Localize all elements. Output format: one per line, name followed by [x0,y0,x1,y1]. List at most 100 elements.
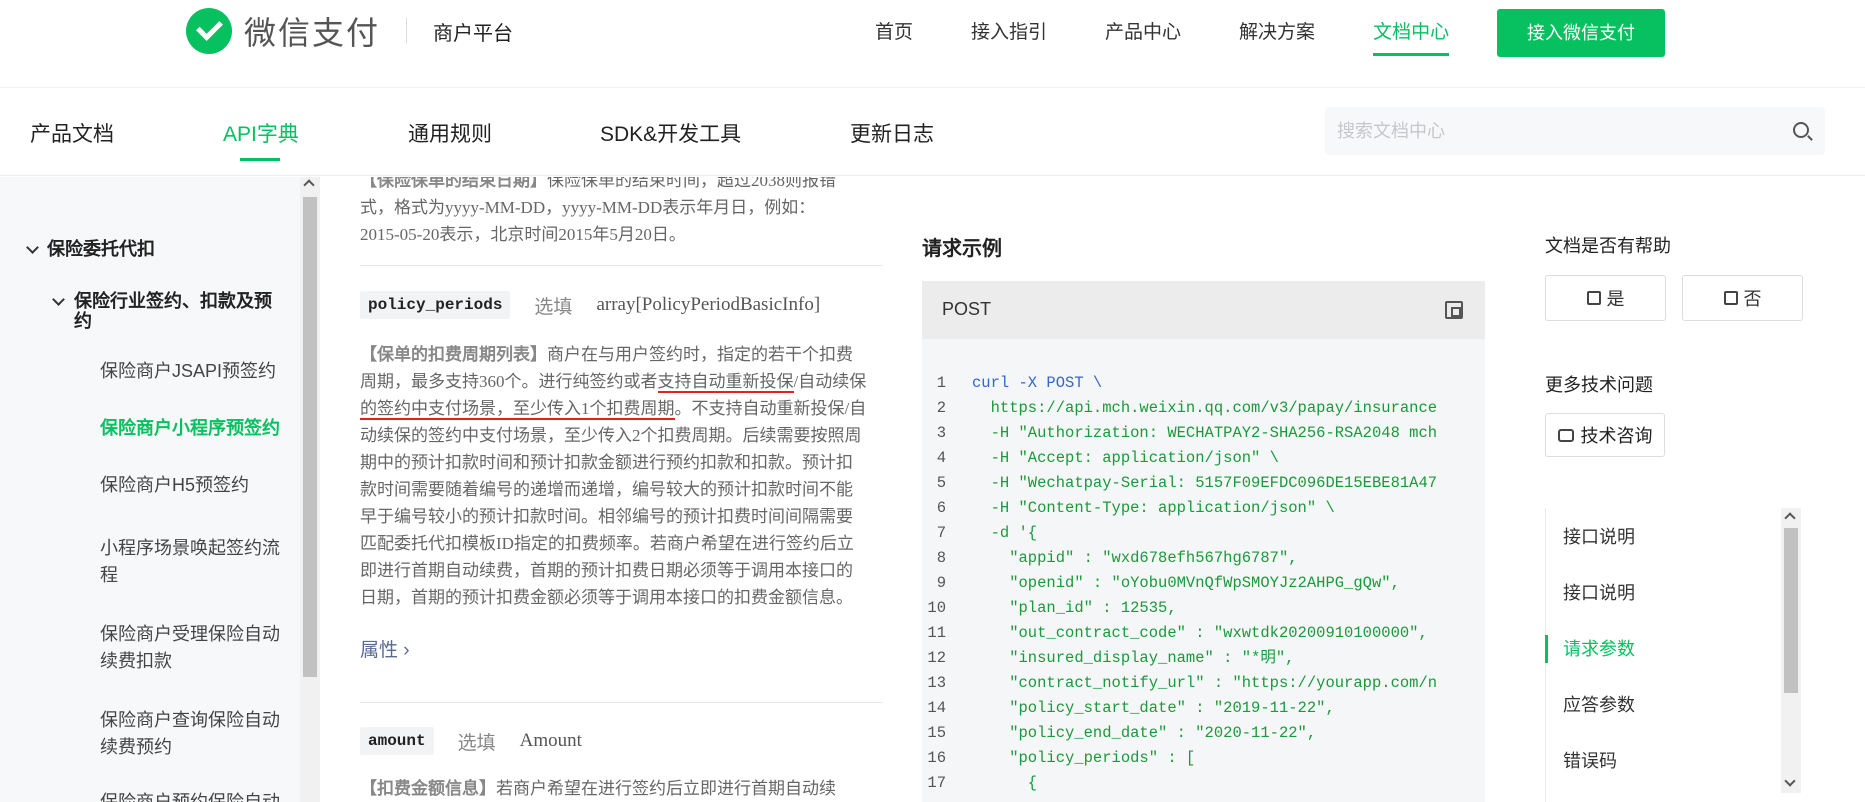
sidebar-item-auto-renew-charge[interactable]: 保险商户受理保险自动续费扣款 [100,621,280,675]
line-number: 9 [936,574,946,592]
desc-text: 日期，首期的预计扣费金额必须等于调用本接口的扣费金额信息。 [360,588,853,607]
more-questions-title: 更多技术问题 [1545,375,1653,395]
code-line: 15 "policy_end_date" : "2020-11-22", [922,721,1437,746]
code-text: -H "Content-Type: application/json" \ [972,499,1335,517]
thumbs-down-icon [1723,291,1738,305]
code-text: "policy_start_date" : "2019-11-22", [972,699,1335,717]
line-number: 8 [936,549,946,567]
code-text: "out_contract_code" : "wxwtdk20200910100… [972,624,1428,642]
tab-sdk-tools[interactable]: SDK&开发工具 [600,118,741,148]
desc-text: 匹配委托代扣模板ID指定的扣费频率。若商户希望在进行签约后立 [360,534,854,553]
code-text: -H "Wechatpay-Serial: 5157F09EFDC096DE15… [972,474,1438,492]
chat-icon [1557,428,1574,442]
code-lines[interactable]: 1 curl -X POST \ 2 https://api.mch.weixin.… [922,371,1437,796]
left-sidebar: 保险委托代扣 保险行业签约、扣款及预约 保险商户JSAPI预签约 保险商户小程序… [0,177,300,802]
helpful-no-label: 否 [1743,289,1762,309]
thumbs-up-icon [1586,291,1601,305]
line-number: 17 [927,774,946,792]
desc-text: 商户在与用户签约时，指定的若干个扣费 [547,345,853,364]
chevron-down-icon [26,241,39,254]
tab-product-docs[interactable]: 产品文档 [30,118,114,148]
sidebar-item-query-reservation[interactable]: 保险商户查询保险自动续费预约 [100,707,280,761]
code-line: 13 "contract_notify_url" : "https://your… [922,671,1437,696]
tech-consult-button[interactable]: 技术咨询 [1545,413,1665,457]
scroll-down-icon[interactable] [1784,775,1796,787]
code-line: 3 -H "Authorization: WECHATPAY2-SHA256-R… [922,421,1437,446]
code-line: 16 "policy_periods" : [ [922,746,1437,771]
nav-guide[interactable]: 接入指引 [971,18,1047,56]
feedback-title: 文档是否有帮助 [1545,236,1671,256]
desc-text: 保险保单的结束时间，超过2038则报错 [547,177,836,190]
platform-name: 商户平台 [433,22,514,45]
code-line: 11 "out_contract_code" : "wxwtdk20200910… [922,621,1437,646]
sidebar-section-insurance[interactable]: 保险委托代扣 [26,235,155,261]
code-line: 2 https://api.mch.weixin.qq.com/v3/papay… [922,396,1437,421]
divider [360,265,882,266]
join-wechat-pay-button[interactable]: 接入微信支付 [1497,9,1665,57]
nav-docs[interactable]: 文档中心 [1373,18,1450,56]
wechat-pay-logo[interactable]: 微信支付 商户平台 [186,8,513,54]
param-required: 选填 [534,296,573,318]
helpful-yes-button[interactable]: 是 [1545,275,1666,321]
line-number: 13 [927,674,946,692]
tab-general-rules[interactable]: 通用规则 [408,118,492,148]
line-number: 14 [927,699,946,717]
sidebar-item-miniprogram-flow[interactable]: 小程序场景唤起签约流程 [100,535,280,589]
code-line: 12 "insured_display_name" : "*明", [922,646,1437,671]
code-text: "openid" : "oYobu0MVnQfWpSMOYJz2AHPG_gQw… [972,574,1400,592]
line-number: 11 [927,624,946,642]
sidebar-subsection-signing[interactable]: 保险行业签约、扣款及预约 [52,291,272,331]
copy-icon[interactable] [1445,301,1463,319]
sidebar-item-miniprogram[interactable]: 保险商户小程序预签约 [100,415,280,442]
tab-changelog[interactable]: 更新日志 [850,118,934,148]
scroll-up-icon[interactable] [303,179,315,191]
scrollbar-thumb[interactable] [1784,528,1798,693]
sidebar-item-jsapi[interactable]: 保险商户JSAPI预签约 [100,358,280,385]
search-icon[interactable] [1793,122,1809,138]
desc-bold-label: 【保险保单的结束日期】 [360,177,547,190]
main-nav: 首页 接入指引 产品中心 解决方案 文档中心 [875,18,1507,56]
param-required: 选填 [457,732,496,754]
param-name: policy_periods [360,291,511,319]
logo-divider [406,18,408,44]
top-header: 微信支付 商户平台 首页 接入指引 产品中心 解决方案 文档中心 接入微信支付 [0,0,1865,88]
nav-products[interactable]: 产品中心 [1105,18,1181,56]
toc-item-error-codes[interactable]: 错误码 [1563,747,1617,773]
desc-text: 。不支持自动重新投保/自 [674,399,867,418]
code-text: "insured_display_name" : "*明", [972,649,1295,667]
sidebar-item-reserve[interactable]: 保险商户预约保险自动 [100,789,280,802]
helpful-yes-label: 是 [1606,289,1625,309]
code-line: 4 -H "Accept: application/json" \ [922,446,1437,471]
wechat-pay-logo-icon [186,8,232,54]
helpful-no-button[interactable]: 否 [1682,275,1803,321]
code-line: 10 "plan_id" : 12535, [922,596,1437,621]
scrollbar-thumb[interactable] [303,197,317,677]
tab-api-dictionary[interactable]: API字典 [223,118,299,161]
code-text: "contract_notify_url" : "https://yourapp… [972,674,1438,692]
nav-home[interactable]: 首页 [875,18,913,56]
sidebar-scrollbar[interactable] [300,177,320,802]
toc-scrollbar[interactable] [1781,508,1801,793]
line-number: 10 [927,599,946,617]
doc-subnav: 产品文档 API字典 通用规则 SDK&开发工具 更新日志 [0,88,1865,176]
code-text: "policy_periods" : [ [972,749,1196,767]
scroll-up-icon[interactable] [1784,512,1796,524]
search-input[interactable] [1337,107,1757,155]
desc-text: 即进行首期自动续费，首期的预计扣费日期必须等于调用本接口的 [360,561,853,580]
code-text: "policy_end_date" : "2020-11-22", [972,724,1317,742]
code-text: "appid" : "wxd678efh567hg6787", [972,549,1298,567]
sidebar-item-h5[interactable]: 保险商户H5预签约 [100,472,280,499]
toc-item-response-params[interactable]: 应答参数 [1563,691,1635,717]
desc-text: 动续保的签约中支付场景，至少传入2个扣费周期。后续需要按照周 [360,426,862,445]
code-text: -H "Accept: application/json" \ [972,449,1279,467]
tab-label: SDK&开发工具 [600,123,742,146]
desc-bold-label: 【扣费金额信息】 [360,779,496,798]
nav-solutions[interactable]: 解决方案 [1239,18,1315,56]
desc-text: 款时间需要随着编号的递增而递增，编号较大的预计扣款时间不能 [360,480,853,499]
attributes-link[interactable]: 属性 › [360,635,410,662]
line-number: 7 [936,524,946,542]
toc-item-request-params[interactable]: 请求参数 [1563,635,1635,661]
toc-item-api-desc-2[interactable]: 接口说明 [1563,579,1635,605]
toc-item-api-desc[interactable]: 接口说明 [1563,523,1635,549]
code-line: 8 "appid" : "wxd678efh567hg6787", [922,546,1437,571]
